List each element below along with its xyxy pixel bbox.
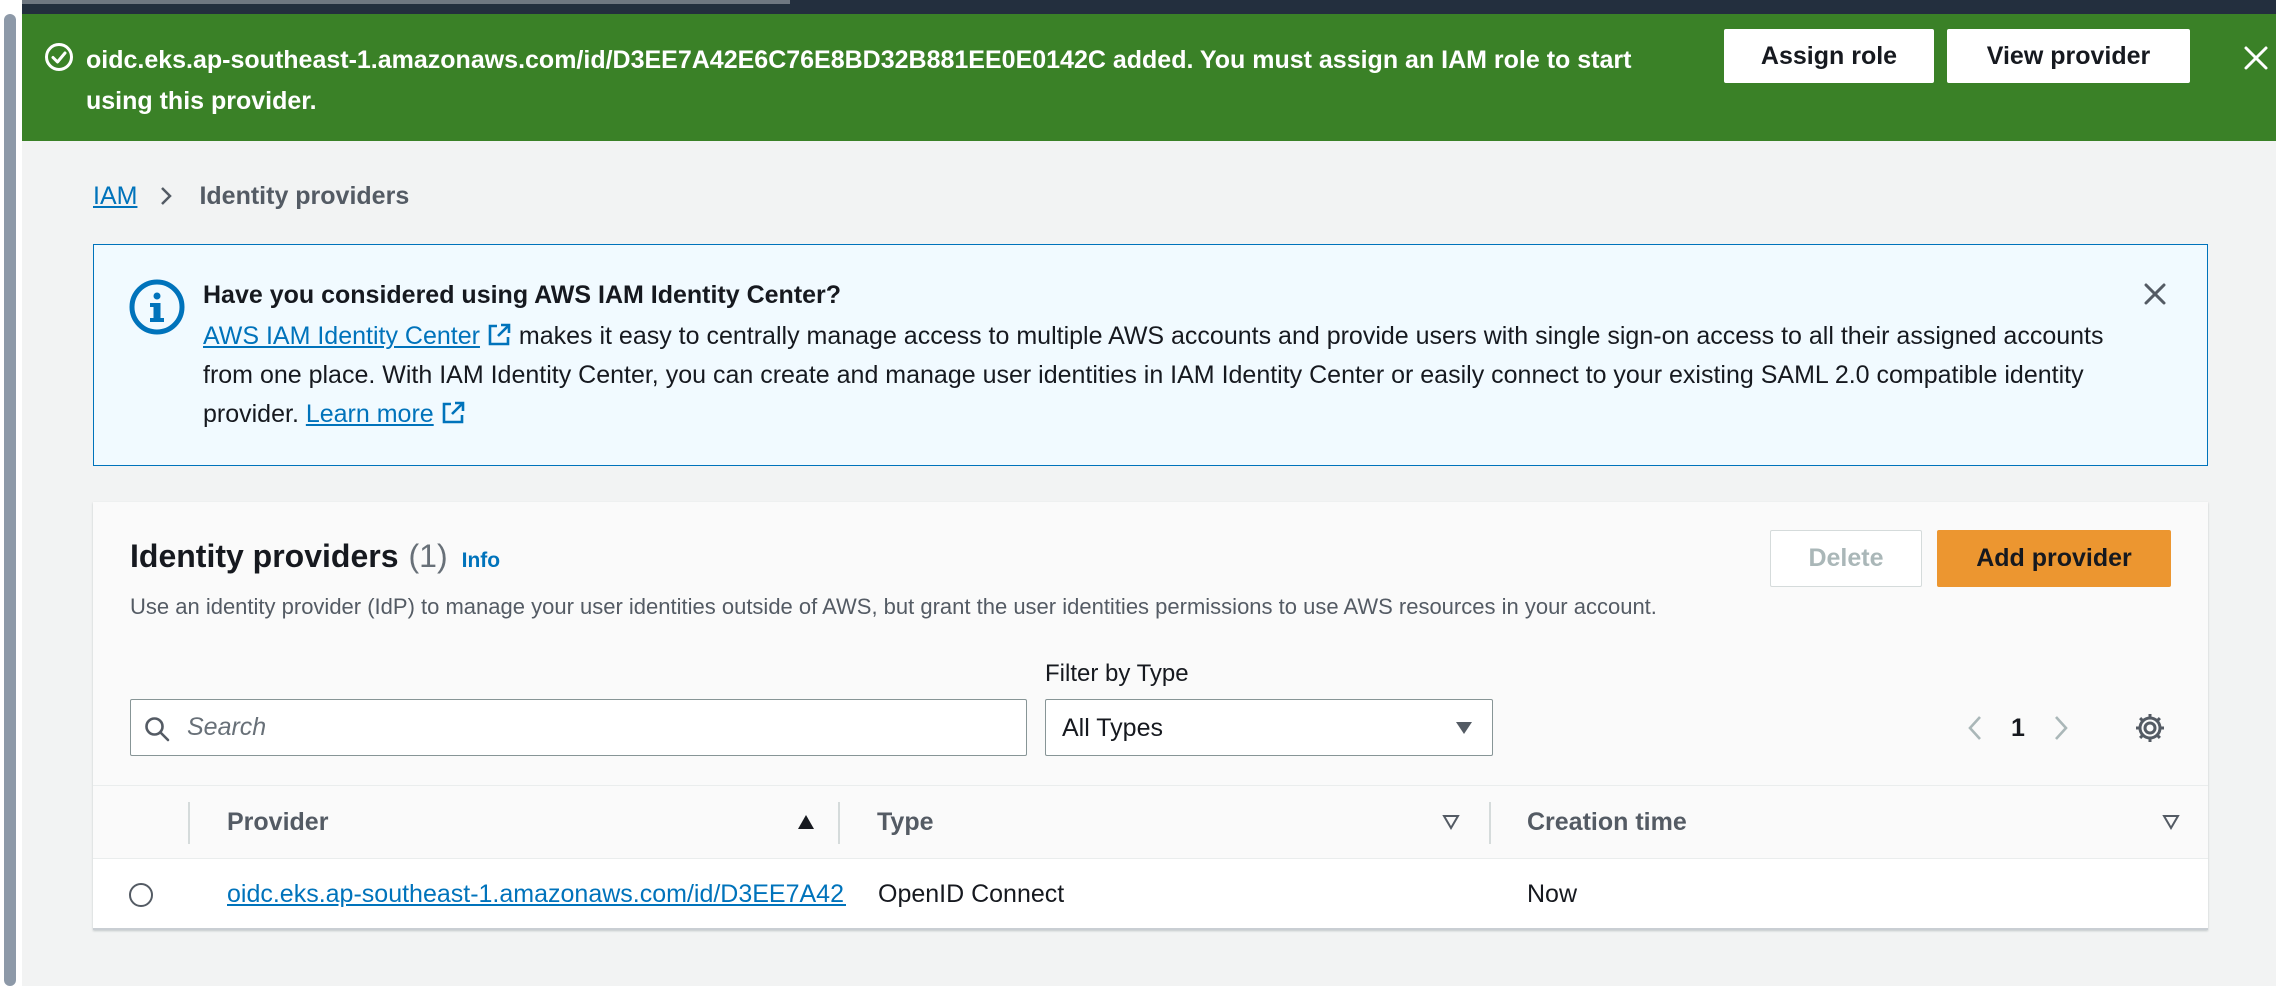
close-icon[interactable] xyxy=(2139,278,2171,310)
column-divider xyxy=(188,802,190,844)
gear-icon[interactable] xyxy=(2133,711,2167,745)
breadcrumb-iam-link[interactable]: IAM xyxy=(93,182,137,211)
provider-type: OpenID Connect xyxy=(878,880,1065,908)
panel-description: Use an identity provider (IdP) to manage… xyxy=(130,594,1657,619)
filter-type-select[interactable]: All Types xyxy=(1045,699,1493,756)
success-flash-banner: oidc.eks.ap-southeast-1.amazonaws.com/id… xyxy=(22,14,2276,141)
chevron-left-icon[interactable] xyxy=(1963,713,1987,743)
identity-center-link[interactable]: AWS IAM Identity Center xyxy=(203,322,480,350)
breadcrumb: IAM Identity providers xyxy=(93,180,409,212)
left-scrollbar[interactable] xyxy=(0,0,22,986)
info-alert-title: Have you considered using AWS IAM Identi… xyxy=(203,281,842,309)
filter-type-value: All Types xyxy=(1062,714,1163,742)
column-resizer[interactable] xyxy=(1489,802,1491,844)
pagination: 1 xyxy=(1963,710,2073,746)
search-input[interactable] xyxy=(187,700,1007,755)
scrollbar-thumb[interactable] xyxy=(4,14,16,986)
sort-ascending-icon[interactable] xyxy=(796,813,816,831)
identity-center-info-alert: Have you considered using AWS IAM Identi… xyxy=(93,244,2208,466)
column-header-provider[interactable]: Provider xyxy=(227,808,328,837)
browser-top-strip xyxy=(0,0,2276,14)
search-icon xyxy=(145,717,170,742)
provider-creation-time: Now xyxy=(1527,880,1578,908)
provider-count: (1) xyxy=(408,538,448,574)
view-provider-button[interactable]: View provider xyxy=(1947,29,2190,83)
breadcrumb-current: Identity providers xyxy=(199,181,410,210)
column-header-type[interactable]: Type xyxy=(877,808,934,837)
column-header-creation-time[interactable]: Creation time xyxy=(1527,808,1687,837)
search-field[interactable] xyxy=(130,699,1027,756)
chevron-right-icon xyxy=(161,187,173,205)
chevron-right-icon[interactable] xyxy=(2049,713,2073,743)
close-icon[interactable] xyxy=(2240,42,2272,74)
table-header: Provider Type Creation time xyxy=(93,785,2208,859)
sort-icon[interactable] xyxy=(2161,813,2181,831)
external-link-icon[interactable] xyxy=(440,400,466,426)
learn-more-link[interactable]: Learn more xyxy=(306,400,434,428)
panel-title: Identity providers xyxy=(130,538,399,574)
page-number[interactable]: 1 xyxy=(2011,714,2025,743)
identity-providers-panel: Identity providers (1) Info Use an ident… xyxy=(93,502,2208,930)
info-alert-body: AWS IAM Identity Center makes it easy to… xyxy=(203,317,2143,434)
assign-role-button[interactable]: Assign role xyxy=(1724,29,1934,83)
info-icon xyxy=(129,279,185,335)
check-circle-icon xyxy=(45,43,73,71)
column-resizer[interactable] xyxy=(838,802,840,844)
provider-link[interactable]: oidc.eks.ap-southeast-1.amazonaws.com/id… xyxy=(227,880,846,909)
filter-type-label: Filter by Type xyxy=(1045,660,1189,687)
external-link-icon[interactable] xyxy=(486,322,512,348)
caret-down-icon xyxy=(1456,722,1472,734)
add-provider-button[interactable]: Add provider xyxy=(1937,530,2171,587)
info-link[interactable]: Info xyxy=(462,549,500,573)
sort-icon[interactable] xyxy=(1441,813,1461,831)
row-select-radio[interactable] xyxy=(129,883,153,907)
browser-tab-indicator xyxy=(0,0,790,4)
panel-heading: Identity providers (1) Info xyxy=(130,538,500,575)
flash-message: oidc.eks.ap-southeast-1.amazonaws.com/id… xyxy=(86,46,1632,115)
table-row[interactable]: oidc.eks.ap-southeast-1.amazonaws.com/id… xyxy=(93,859,2208,928)
delete-button[interactable]: Delete xyxy=(1770,530,1922,587)
